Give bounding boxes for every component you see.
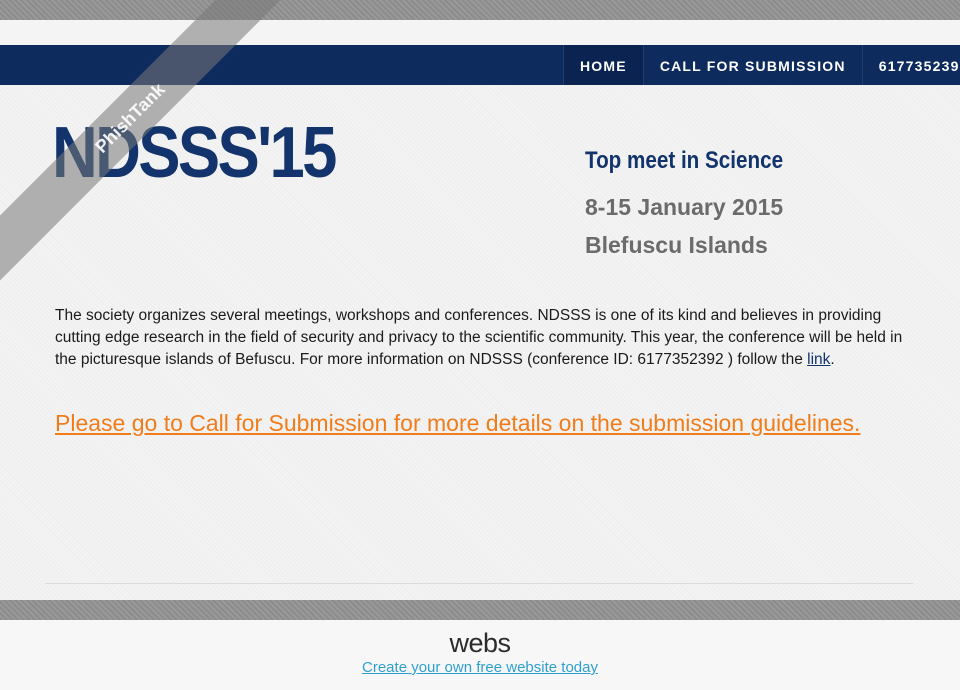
top-pattern-strip [0,0,960,20]
create-website-link[interactable]: Create your own free website today [0,659,960,676]
intro-end: . [830,351,835,368]
info-link[interactable]: link [807,351,830,368]
nav-item-call-for-submission[interactable]: CALL FOR SUBMISSION [642,45,862,85]
navbar: HOME CALL FOR SUBMISSION 6177352392 [0,45,960,85]
bottom-pattern-strip [0,600,960,620]
submission-guidelines-link[interactable]: Please go to Call for Submission for mor… [55,410,860,437]
top-gap [0,20,960,45]
intro-text: The society organizes several meetings, … [55,307,903,368]
event-date: 8-15 January 2015 [585,194,784,220]
site-logo[interactable]: NDSSS'15 [52,113,337,193]
content-divider [45,583,913,584]
main-content: NDSSS'15 Top meet in Science 8-15 Januar… [0,85,960,600]
intro-paragraph: The society organizes several meetings, … [55,305,915,371]
tagline: Top meet in Science [585,147,784,174]
event-location: Blefuscu Islands [585,232,768,258]
nav-item-home[interactable]: HOME [563,45,643,85]
nav-item-conference-id[interactable]: 6177352392 [861,45,960,85]
webs-logo[interactable]: webs [0,628,960,659]
nav-items: HOME CALL FOR SUBMISSION 6177352392 [563,45,960,85]
footer: webs Create your own free website today [0,620,960,690]
